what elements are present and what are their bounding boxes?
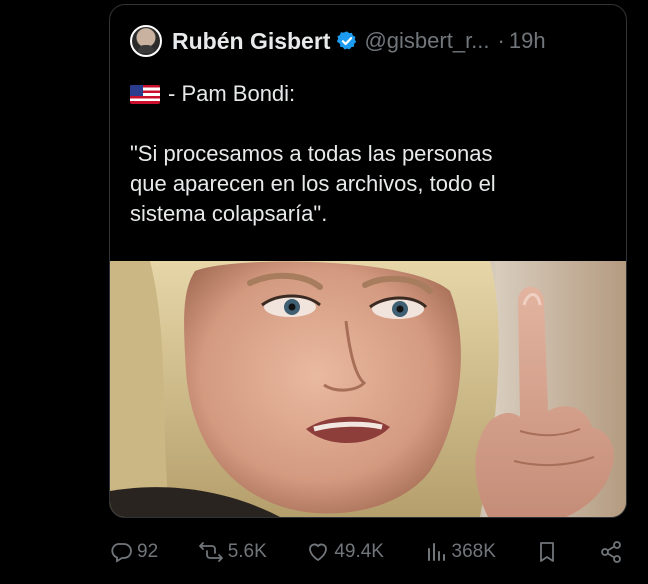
post-timestamp[interactable]: 19h — [509, 28, 546, 54]
us-flag-icon — [130, 84, 160, 104]
like-button[interactable]: 49.4K — [306, 540, 384, 564]
analytics-icon — [424, 540, 448, 564]
verified-badge-icon — [336, 30, 358, 52]
quote-line-3: sistema colapsaría". — [130, 201, 328, 226]
author-avatar[interactable] — [130, 25, 162, 57]
quote-line-1: "Si procesamos a todas las personas — [130, 141, 493, 166]
post-image[interactable] — [110, 261, 626, 517]
heart-icon — [306, 540, 330, 564]
separator-dot: · — [497, 28, 505, 53]
reply-icon — [109, 540, 133, 564]
share-icon — [599, 540, 623, 564]
post-action-bar: 92 5.6K 49.4K 368K — [109, 534, 623, 570]
author-display-name[interactable]: Rubén Gisbert — [172, 28, 330, 55]
like-count: 49.4K — [334, 541, 384, 562]
photo-illustration — [110, 261, 626, 517]
speaker-label: - Pam Bondi: — [168, 81, 296, 106]
views-button[interactable]: 368K — [424, 540, 496, 564]
repost-button[interactable]: 5.6K — [198, 540, 267, 564]
repost-icon — [198, 540, 224, 564]
quote-line-2: que aparecen en los archivos, todo el — [130, 171, 496, 196]
bookmark-icon — [535, 540, 559, 564]
author-handle[interactable]: @gisbert_r... — [364, 28, 489, 54]
quoted-post-card[interactable]: Rubén Gisbert @gisbert_r... · 19h - Pam … — [109, 4, 627, 518]
reply-button[interactable]: 92 — [109, 540, 158, 564]
post-text-line-speaker: - Pam Bondi: — [130, 79, 600, 109]
reply-count: 92 — [137, 541, 159, 562]
view-count: 368K — [451, 541, 496, 562]
quoted-post-text: - Pam Bondi: "Si procesamos a todas las … — [130, 79, 600, 229]
bookmark-button[interactable] — [535, 540, 559, 564]
share-button[interactable] — [599, 540, 623, 564]
repost-count: 5.6K — [227, 541, 267, 562]
quoted-post-header: Rubén Gisbert @gisbert_r... · 19h — [130, 25, 546, 57]
